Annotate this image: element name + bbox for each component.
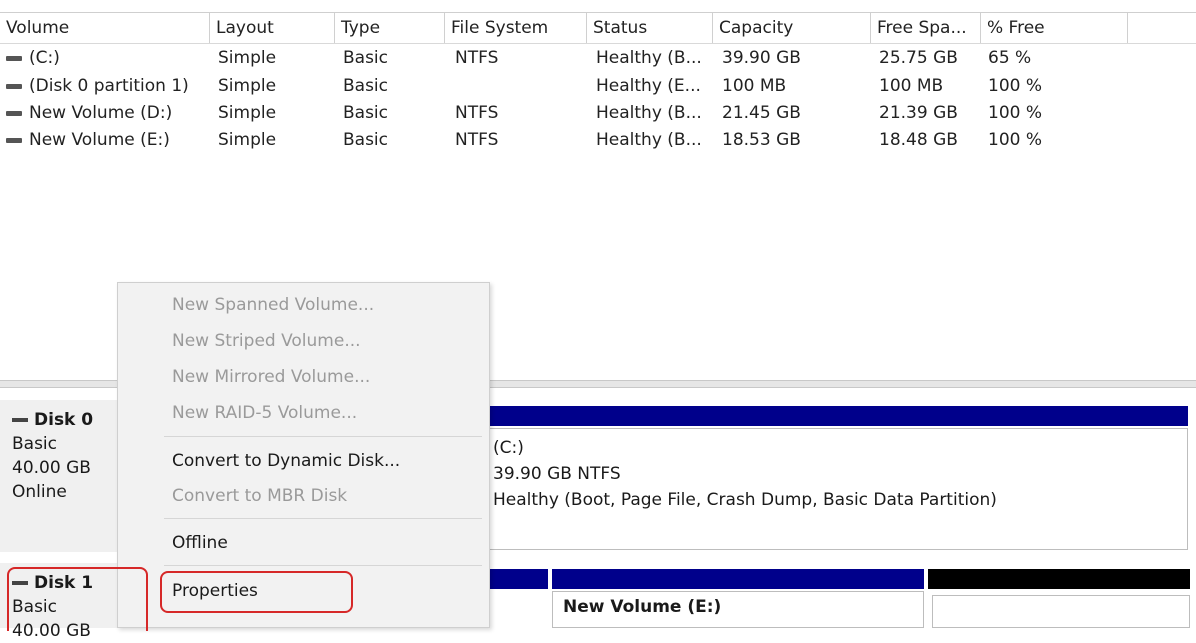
- volume-icon: [6, 137, 22, 143]
- fs-cell: NTFS: [455, 103, 499, 123]
- disk-size: 40.00 GB: [12, 621, 91, 641]
- disk-1-label[interactable]: Disk 1 Basic 40.00 GB: [0, 563, 118, 641]
- menu-separator: [164, 518, 482, 519]
- disk-icon: [12, 581, 28, 585]
- volume-icon: [6, 55, 22, 61]
- menu-item-properties[interactable]: Properties: [118, 574, 489, 608]
- volume-icon: [6, 83, 22, 89]
- type-cell: Basic: [343, 103, 389, 123]
- status-cell: Healthy (B...: [596, 130, 702, 150]
- capacity-cell: 21.45 GB: [722, 103, 801, 123]
- menu-item-new-striped-volume[interactable]: New Striped Volume...: [118, 324, 489, 358]
- free-cell: 21.39 GB: [879, 103, 958, 123]
- partition-e[interactable]: New Volume (E:): [552, 591, 924, 628]
- menu-item-new-spanned-volume[interactable]: New Spanned Volume...: [118, 288, 489, 322]
- type-cell: Basic: [343, 48, 389, 68]
- capacity-cell: 100 MB: [722, 76, 787, 96]
- layout-cell: Simple: [218, 76, 277, 96]
- column-header-type[interactable]: Type: [335, 13, 445, 43]
- status-cell: Healthy (B...: [596, 48, 702, 68]
- disk-name: Disk 0: [34, 410, 94, 430]
- free-cell: 100 MB: [879, 76, 944, 96]
- disk-icon: [12, 418, 28, 422]
- partition-c[interactable]: (C:) 39.90 GB NTFS Healthy (Boot, Page F…: [482, 428, 1188, 550]
- menu-item-new-raid5-volume[interactable]: New RAID-5 Volume...: [118, 396, 489, 430]
- partition-bar-d: [482, 569, 548, 589]
- menu-item-convert-to-dynamic-disk[interactable]: Convert to Dynamic Disk...: [118, 444, 489, 478]
- unallocated-space[interactable]: [932, 595, 1190, 628]
- partition-name: New Volume (E:): [563, 597, 722, 617]
- menu-item-offline[interactable]: Offline: [118, 526, 489, 560]
- capacity-cell: 18.53 GB: [722, 130, 801, 150]
- column-header-percent-free[interactable]: % Free: [981, 13, 1128, 43]
- table-row[interactable]: (C:) Simple Basic NTFS Healthy (B... 39.…: [0, 45, 1196, 72]
- menu-separator: [164, 436, 482, 437]
- volume-list-header: Volume Layout Type File System Status Ca…: [0, 12, 1196, 44]
- partition-size: 39.90 GB NTFS: [493, 464, 621, 484]
- column-header-layout[interactable]: Layout: [210, 13, 335, 43]
- column-header-free-space[interactable]: Free Spa...: [871, 13, 981, 43]
- status-cell: Healthy (E...: [596, 76, 701, 96]
- capacity-cell: 39.90 GB: [722, 48, 801, 68]
- volume-name: (C:): [29, 48, 60, 68]
- column-header-status[interactable]: Status: [587, 13, 713, 43]
- partition-bar-e: [552, 569, 924, 589]
- column-header-file-system[interactable]: File System: [445, 13, 587, 43]
- pct-cell: 65 %: [988, 48, 1032, 68]
- volume-name: New Volume (D:): [29, 103, 173, 123]
- volume-icon: [6, 110, 22, 116]
- layout-cell: Simple: [218, 48, 277, 68]
- volume-name: New Volume (E:): [29, 130, 170, 150]
- layout-cell: Simple: [218, 103, 277, 123]
- status-cell: Healthy (B...: [596, 103, 702, 123]
- partition-status: Healthy (Boot, Page File, Crash Dump, Ba…: [493, 490, 997, 510]
- partition-bar-c: [482, 406, 1188, 426]
- menu-separator: [164, 565, 482, 566]
- disk-type: Basic: [12, 597, 58, 617]
- partition-name: (C:): [493, 438, 524, 458]
- unallocated-bar: [928, 569, 1190, 589]
- type-cell: Basic: [343, 130, 389, 150]
- table-row[interactable]: (Disk 0 partition 1) Simple Basic Health…: [0, 73, 1196, 100]
- disk-0-label[interactable]: Disk 0 Basic 40.00 GB Online: [0, 400, 118, 552]
- disk-name: Disk 1: [34, 573, 94, 593]
- disk-context-menu: New Spanned Volume... New Striped Volume…: [117, 282, 490, 628]
- pct-cell: 100 %: [988, 103, 1043, 123]
- free-cell: 25.75 GB: [879, 48, 958, 68]
- disk-size: 40.00 GB: [12, 458, 91, 478]
- disk-state: Online: [12, 482, 67, 502]
- fs-cell: NTFS: [455, 48, 499, 68]
- menu-item-convert-to-mbr-disk[interactable]: Convert to MBR Disk: [118, 479, 489, 513]
- table-row[interactable]: New Volume (E:) Simple Basic NTFS Health…: [0, 127, 1196, 154]
- column-header-capacity[interactable]: Capacity: [713, 13, 871, 43]
- pct-cell: 100 %: [988, 76, 1043, 96]
- disk-type: Basic: [12, 434, 58, 454]
- column-header-volume[interactable]: Volume: [0, 13, 210, 43]
- free-cell: 18.48 GB: [879, 130, 958, 150]
- pct-cell: 100 %: [988, 130, 1043, 150]
- type-cell: Basic: [343, 76, 389, 96]
- volume-name: (Disk 0 partition 1): [29, 76, 189, 96]
- layout-cell: Simple: [218, 130, 277, 150]
- fs-cell: NTFS: [455, 130, 499, 150]
- table-row[interactable]: New Volume (D:) Simple Basic NTFS Health…: [0, 100, 1196, 127]
- menu-item-new-mirrored-volume[interactable]: New Mirrored Volume...: [118, 360, 489, 394]
